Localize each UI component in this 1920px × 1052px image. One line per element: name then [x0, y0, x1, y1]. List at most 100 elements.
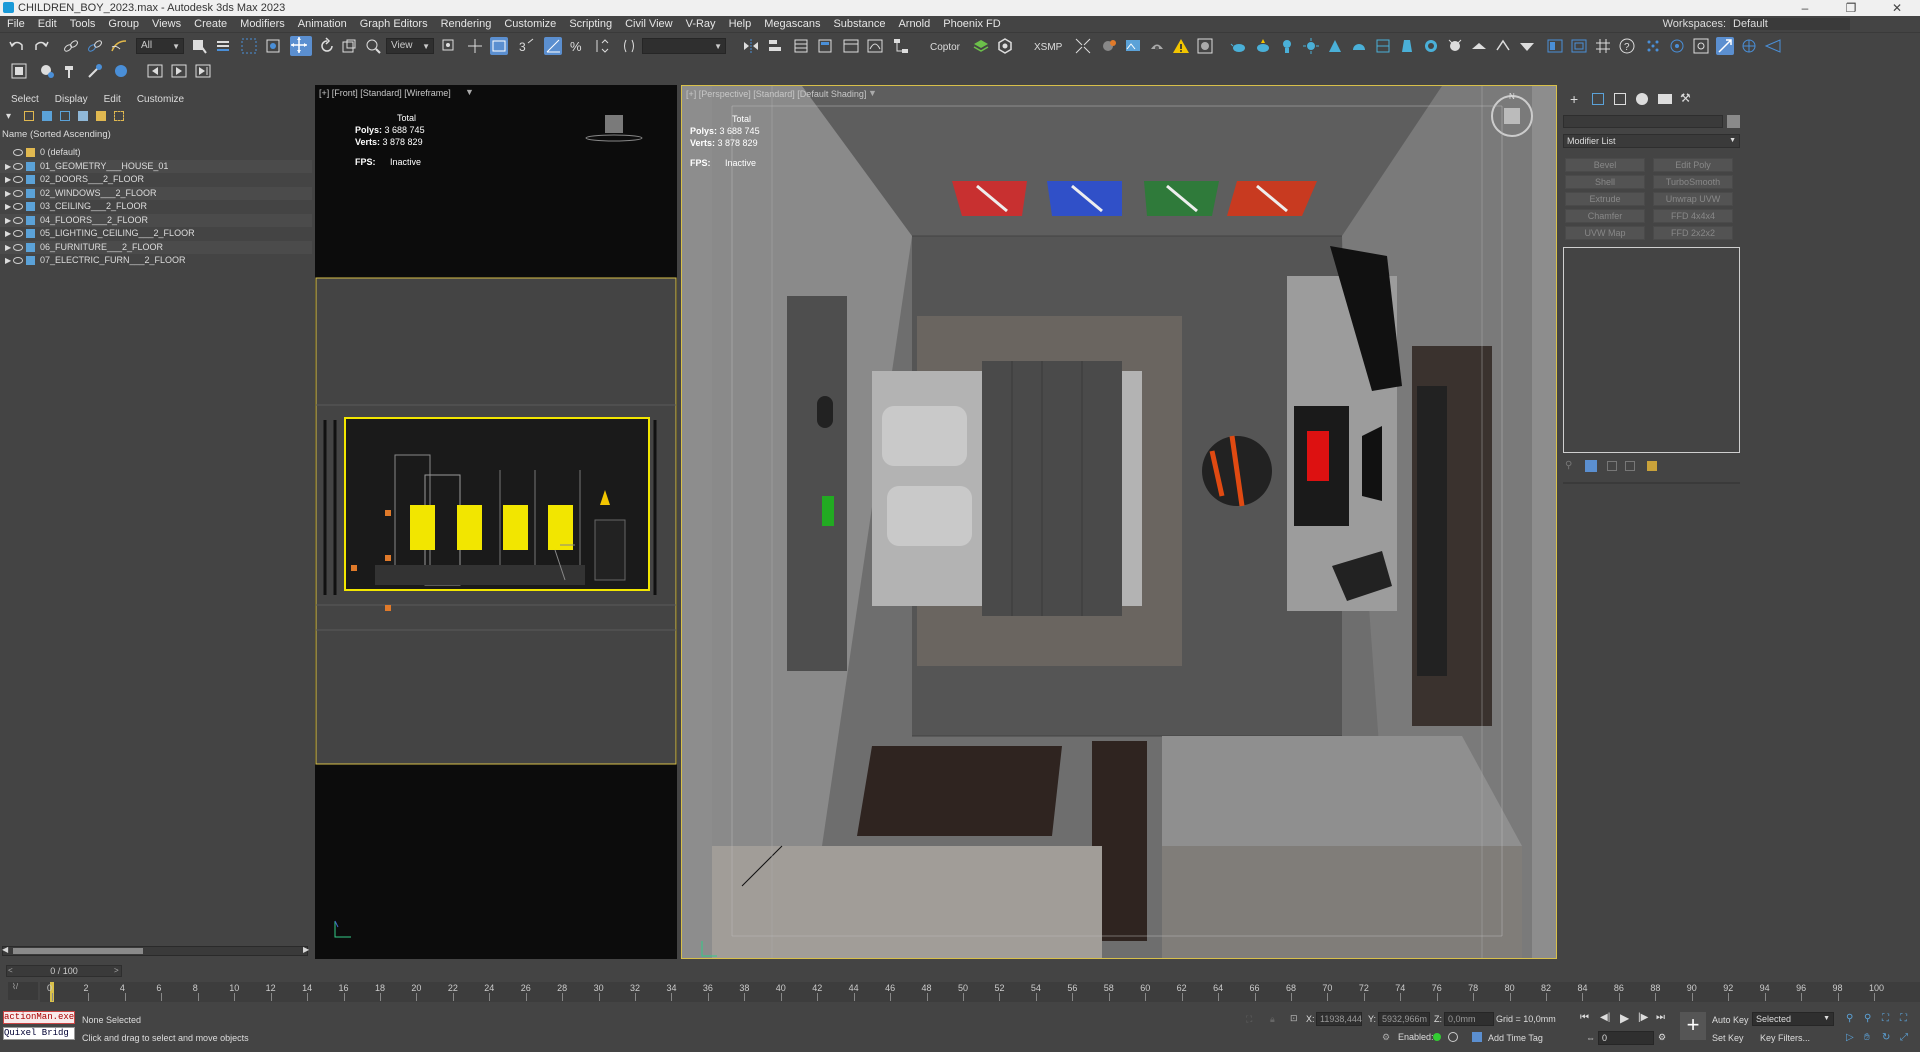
pivot-center-icon[interactable]	[440, 37, 458, 55]
select-by-name-icon[interactable]	[214, 37, 232, 55]
modifier-button[interactable]: Bevel	[1565, 158, 1645, 172]
snap-grid-icon[interactable]	[1644, 37, 1662, 55]
maximize-viewport-icon[interactable]	[1716, 37, 1734, 55]
edit-named-selection-icon[interactable]	[620, 37, 638, 55]
orbit-view-icon[interactable]: ↻	[1882, 1032, 1890, 1043]
layer-row[interactable]: ▶ 03_CEILING___2_FLOOR	[0, 200, 312, 213]
expand-arrow-icon[interactable]: ▶	[5, 160, 11, 173]
menu-file[interactable]: File	[0, 16, 31, 30]
mini-curve-icon[interactable]: ⌇/	[8, 982, 38, 1000]
selection-filter-dropdown[interactable]: All ▼	[136, 38, 184, 54]
visibility-eye-icon[interactable]	[13, 216, 23, 224]
layer-row[interactable]: ▶ 05_LIGHTING_CEILING___2_FLOOR	[0, 227, 312, 240]
layer-row[interactable]: ▶ 04_FLOORS___2_FLOOR	[0, 213, 312, 227]
vray-toolbar-icon[interactable]	[1518, 37, 1536, 55]
expand-arrow-icon[interactable]: ▶	[5, 227, 11, 240]
lock-selection-icon[interactable]: 🔒︎	[1270, 1014, 1275, 1025]
layer-row[interactable]: ▶ 02_DOORS___2_FLOOR	[0, 173, 312, 186]
vray-plane-icon[interactable]	[1470, 37, 1488, 55]
pan-view-icon[interactable]: ✋︎	[1864, 1032, 1870, 1043]
absolute-mode-icon[interactable]: ⊡	[1290, 1013, 1298, 1024]
rendered-frame-window-icon[interactable]	[1124, 37, 1142, 55]
modifier-button[interactable]: FFD 4x4x4	[1653, 209, 1733, 223]
expand-arrow-icon[interactable]: ▶	[5, 187, 11, 200]
expand-arrow-icon[interactable]: ▶	[5, 173, 11, 186]
filter-icon[interactable]: ▼	[868, 88, 877, 98]
bind-spacewarp-icon[interactable]	[110, 37, 128, 55]
x-coord-field[interactable]: 11938,444	[1316, 1012, 1362, 1026]
expand-arrow-icon[interactable]: ▶	[5, 214, 11, 227]
sort-header[interactable]: Name (Sorted Ascending)	[2, 129, 111, 140]
key-mode-icon[interactable]: ⇔	[1586, 1033, 1595, 1043]
menu-megascans[interactable]: Megascans	[757, 16, 826, 30]
remove-modifier-icon[interactable]	[1625, 461, 1635, 471]
maxscript-listener-1[interactable]: actionMan.exe	[3, 1011, 75, 1024]
move-icon[interactable]	[290, 36, 312, 56]
menu-tools[interactable]: Tools	[63, 16, 102, 30]
isolate-icon[interactable]: ⛶	[1246, 1014, 1252, 1025]
xsmp-label[interactable]: XSMP	[1034, 42, 1062, 53]
select-in-layer-icon[interactable]	[60, 111, 70, 121]
ref-coord-dropdown[interactable]: View ▼	[386, 38, 434, 54]
hierarchy-tab-icon[interactable]	[1614, 93, 1626, 105]
layer-row[interactable]: ▶ 02_WINDOWS___2_FLOOR	[0, 186, 312, 200]
vray-sun-icon[interactable]	[1302, 37, 1320, 55]
redo-icon[interactable]	[32, 37, 50, 55]
menu-views[interactable]: Views	[145, 16, 187, 30]
anim-play-icon[interactable]	[170, 62, 188, 80]
mirror-icon[interactable]	[742, 37, 760, 55]
modifier-button[interactable]: TurboSmooth	[1653, 175, 1733, 189]
menu-help[interactable]: Help	[722, 16, 758, 30]
next-frame-icon[interactable]: |▶︎	[1638, 1012, 1648, 1023]
toggle-ribbon-icon[interactable]	[842, 37, 860, 55]
sync-layer-icon[interactable]	[114, 111, 124, 121]
auto-key-button[interactable]: Auto Key	[1712, 1015, 1749, 1025]
display-tab-icon[interactable]	[1658, 94, 1672, 104]
zoom-icon[interactable]: ⚲	[1846, 1013, 1853, 1024]
vray-fur-icon[interactable]	[1446, 37, 1464, 55]
rect-selection-icon[interactable]	[240, 37, 258, 55]
time-slider[interactable]: 0 / 100	[6, 965, 122, 977]
menu-customize[interactable]: Customize	[497, 16, 562, 30]
snaps-toggle-icon[interactable]: 3	[518, 37, 536, 55]
visibility-eye-icon[interactable]	[13, 176, 23, 183]
menu-edit[interactable]: Edit	[31, 16, 63, 30]
safe-frame-icon[interactable]	[1570, 37, 1588, 55]
add-time-tag-icon[interactable]	[1472, 1032, 1482, 1042]
orbit-icon[interactable]	[1668, 37, 1686, 55]
modifier-button[interactable]: UVW Map	[1565, 226, 1645, 240]
viewport-perspective[interactable]: N [+] [Perspective] [Standard] [Default …	[681, 85, 1557, 959]
scale-icon[interactable]	[340, 37, 358, 55]
render-setup-icon[interactable]	[1100, 37, 1118, 55]
maximize-toggle-icon[interactable]: ⤢	[1900, 1032, 1908, 1043]
menu-civil-view[interactable]: Civil View	[618, 16, 678, 30]
modifier-list-dropdown[interactable]: Modifier List ▼	[1563, 134, 1740, 148]
keyboard-shortcut-override-icon[interactable]	[490, 37, 508, 55]
schematic-view-icon[interactable]	[892, 37, 910, 55]
vray-physical-camera-icon[interactable]	[1494, 37, 1512, 55]
zoom-extents-icon[interactable]	[1692, 37, 1710, 55]
toggle-scene-explorer-icon[interactable]	[792, 37, 810, 55]
layer-row[interactable]: 0 (default)	[0, 146, 312, 159]
sphere-select-icon[interactable]	[112, 62, 130, 80]
angle-snap-icon[interactable]	[544, 37, 562, 55]
align-icon[interactable]	[766, 37, 784, 55]
menu-modifiers[interactable]: Modifiers	[233, 16, 291, 30]
menu-arnold[interactable]: Arnold	[891, 16, 936, 30]
explorer-tab-edit[interactable]: Edit	[93, 92, 126, 105]
menu-group[interactable]: Group	[101, 16, 145, 30]
undo-icon[interactable]	[8, 37, 26, 55]
render-region-icon[interactable]	[10, 62, 28, 80]
vray-mesh-light-icon[interactable]	[1374, 37, 1392, 55]
key-filters-button[interactable]: Key Filters...	[1760, 1033, 1810, 1043]
coptor-label[interactable]: Coptor	[930, 42, 960, 53]
visibility-eye-icon[interactable]	[13, 243, 23, 251]
field-of-view-icon[interactable]: ▷	[1846, 1032, 1854, 1043]
menu-substance[interactable]: Substance	[826, 16, 891, 30]
set-key-button[interactable]: Set Key	[1712, 1033, 1744, 1043]
make-unique-icon[interactable]	[1607, 461, 1617, 471]
minimize-button[interactable]: –	[1782, 0, 1828, 16]
object-color-swatch[interactable]	[1727, 115, 1740, 128]
viewport-front[interactable]: [+] [Front] [Standard] [Wireframe] ▼ Tot…	[315, 85, 677, 959]
workspace-value[interactable]: Default	[1730, 18, 1850, 30]
